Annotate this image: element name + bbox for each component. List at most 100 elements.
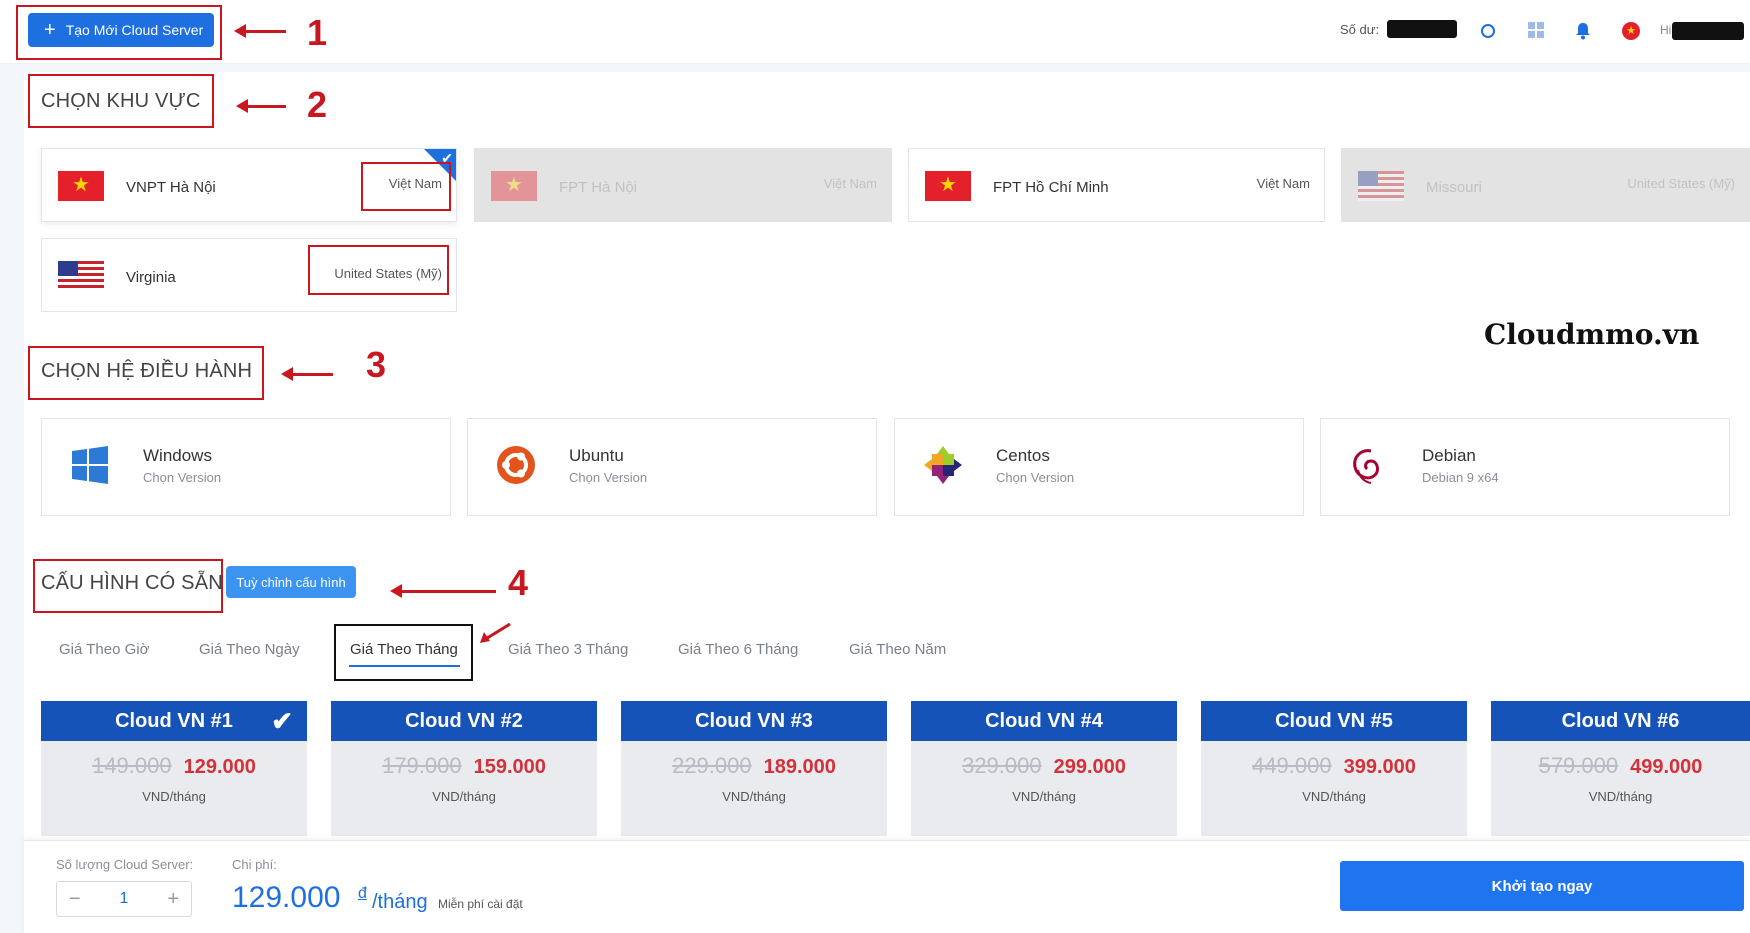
- os-name: Ubuntu: [569, 446, 624, 465]
- custom-config-button[interactable]: Tuỳ chỉnh cấu hình: [226, 566, 356, 598]
- vietnam-flag-icon: [925, 171, 971, 201]
- us-flag-icon: [58, 261, 104, 291]
- redacted-balance: [1387, 20, 1458, 38]
- tab-daily[interactable]: Giá Theo Ngày: [199, 641, 300, 658]
- annotation-arrow-1: [234, 24, 286, 38]
- os-version[interactable]: Chọn Version: [143, 470, 221, 485]
- annotation-number-3: 3: [366, 344, 387, 385]
- cost-label: Chi phí:: [232, 857, 277, 872]
- annotation-box-active-tab: [334, 624, 473, 681]
- region-name: FPT Hồ Chí Minh: [993, 179, 1109, 196]
- launch-now-button[interactable]: Khởi tạo ngay: [1340, 861, 1744, 911]
- selected-check-icon: ✔: [271, 706, 293, 736]
- ubuntu-icon: [497, 446, 535, 484]
- os-card-debian[interactable]: Debian Debian 9 x64: [1320, 418, 1730, 516]
- account-area: Số dư:: [1340, 20, 1458, 38]
- region-card-missouri[interactable]: Missouri United States (Mỹ): [1341, 148, 1750, 222]
- plan-new-price: 499.000: [1630, 756, 1703, 778]
- annotation-box-country-us: [308, 245, 449, 295]
- apps-grid-icon[interactable]: [1528, 22, 1544, 38]
- vietnam-flag-icon: [58, 171, 104, 201]
- plan-card-cloud-vn-4[interactable]: Cloud VN #4 329.000 299.000 VND/tháng: [911, 701, 1177, 836]
- plan-old-price: 329.000: [962, 753, 1042, 778]
- annotation-number-2: 2: [307, 84, 328, 125]
- os-card-centos[interactable]: Centos Chọn Version: [894, 418, 1304, 516]
- os-card-ubuntu[interactable]: Ubuntu Chọn Version: [467, 418, 877, 516]
- plan-price-unit: VND/tháng: [142, 789, 206, 804]
- plan-card-cloud-vn-2[interactable]: Cloud VN #2 179.000 159.000 VND/tháng: [331, 701, 597, 836]
- watermark-text: Cloudmmo.vn: [1484, 318, 1700, 351]
- plan-card-cloud-vn-5[interactable]: Cloud VN #5 449.000 399.000 VND/tháng: [1201, 701, 1467, 836]
- bell-icon[interactable]: [1575, 22, 1591, 40]
- quantity-stepper[interactable]: − 1 +: [56, 881, 192, 917]
- region-card-fpt-hanoi[interactable]: FPT Hà Nội Việt Nam: [474, 148, 892, 222]
- plan-card-cloud-vn-6[interactable]: Cloud VN #6 579.000 499.000 VND/tháng: [1491, 701, 1750, 836]
- centos-icon: [924, 446, 962, 484]
- decrement-button[interactable]: −: [69, 888, 81, 911]
- plan-new-price: 159.000: [473, 756, 546, 778]
- plan-old-price: 179.000: [382, 753, 462, 778]
- plan-price-unit: VND/tháng: [1588, 789, 1653, 804]
- plan-price-unit: VND/tháng: [722, 789, 786, 804]
- region-country: United States (Mỹ): [1627, 176, 1735, 191]
- redacted-username: [1672, 22, 1744, 40]
- language-flag-icon[interactable]: ★: [1622, 22, 1640, 40]
- plan-card-cloud-vn-1[interactable]: Cloud VN #1 ✔ 149.000 129.000 VND/tháng: [41, 701, 307, 836]
- region-country: Việt Nam: [823, 176, 877, 191]
- plan-old-price: 579.000: [1538, 753, 1619, 778]
- os-version[interactable]: Chọn Version: [996, 470, 1074, 485]
- windows-icon: [72, 446, 108, 484]
- plan-new-price: 299.000: [1053, 756, 1126, 778]
- annotation-box-1: [16, 5, 222, 60]
- order-summary-bar: Số lượng Cloud Server: − 1 + Chi phí: 12…: [24, 840, 1750, 933]
- plan-header: Cloud VN #2: [331, 701, 597, 741]
- greeting-text: Hi: [1660, 23, 1672, 37]
- os-card-windows[interactable]: Windows Chọn Version: [41, 418, 451, 516]
- plan-name: Cloud VN #2: [405, 710, 523, 732]
- config-section-title: CẤU HÌNH CÓ SẴN: [41, 572, 223, 594]
- plan-name: Cloud VN #3: [695, 710, 813, 732]
- refresh-icon[interactable]: [1480, 23, 1496, 39]
- plan-price-unit: VND/tháng: [1012, 789, 1076, 804]
- cost-unit: /tháng: [372, 891, 428, 913]
- us-flag-icon: [1358, 171, 1404, 201]
- tab-3-months[interactable]: Giá Theo 3 Tháng: [508, 641, 628, 658]
- tab-yearly[interactable]: Giá Theo Năm: [849, 641, 946, 658]
- plan-old-price: 149.000: [92, 753, 172, 778]
- region-name: Virginia: [126, 269, 176, 286]
- annotation-arrow-2: [236, 99, 286, 113]
- quantity-value[interactable]: 1: [120, 890, 129, 908]
- plan-old-price: 229.000: [672, 753, 752, 778]
- plan-name: Cloud VN #5: [1275, 710, 1393, 732]
- tab-6-months[interactable]: Giá Theo 6 Tháng: [678, 641, 798, 658]
- increment-button[interactable]: +: [167, 888, 179, 911]
- os-name: Debian: [1422, 446, 1476, 465]
- plan-new-price: 189.000: [763, 756, 836, 778]
- debian-icon: [1353, 449, 1380, 484]
- region-country: Việt Nam: [1256, 176, 1310, 191]
- annotation-number-4: 4: [508, 562, 529, 603]
- annotation-arrow-3: [281, 367, 333, 381]
- tab-hourly[interactable]: Giá Theo Giờ: [59, 641, 149, 658]
- free-setup-note: Miễn phí cài đặt: [438, 897, 523, 911]
- balance-label: Số dư:: [1340, 21, 1380, 37]
- os-version[interactable]: Debian 9 x64: [1422, 470, 1499, 485]
- region-card-fpt-hcm[interactable]: FPT Hồ Chí Minh Việt Nam: [908, 148, 1325, 222]
- plan-new-price: 129.000: [183, 756, 256, 778]
- quantity-label: Số lượng Cloud Server:: [56, 857, 194, 872]
- plan-new-price: 399.000: [1343, 756, 1416, 778]
- region-name: VNPT Hà Nội: [126, 179, 216, 196]
- annotation-box-country-vn: [361, 162, 451, 211]
- os-section-title: CHỌN HỆ ĐIỀU HÀNH: [41, 360, 253, 382]
- plan-name: Cloud VN #1: [115, 710, 233, 732]
- plan-price-unit: VND/tháng: [432, 789, 496, 804]
- plan-old-price: 449.000: [1252, 753, 1332, 778]
- plan-header: Cloud VN #6: [1491, 701, 1750, 741]
- plan-card-cloud-vn-3[interactable]: Cloud VN #3 229.000 189.000 VND/tháng: [621, 701, 887, 836]
- region-name: Missouri: [1426, 179, 1482, 196]
- cost-value: 129.000: [232, 881, 341, 914]
- os-version[interactable]: Chọn Version: [569, 470, 647, 485]
- vietnam-flag-icon: [491, 171, 537, 201]
- plan-header: Cloud VN #3: [621, 701, 887, 741]
- annotation-arrow-4: [390, 584, 496, 598]
